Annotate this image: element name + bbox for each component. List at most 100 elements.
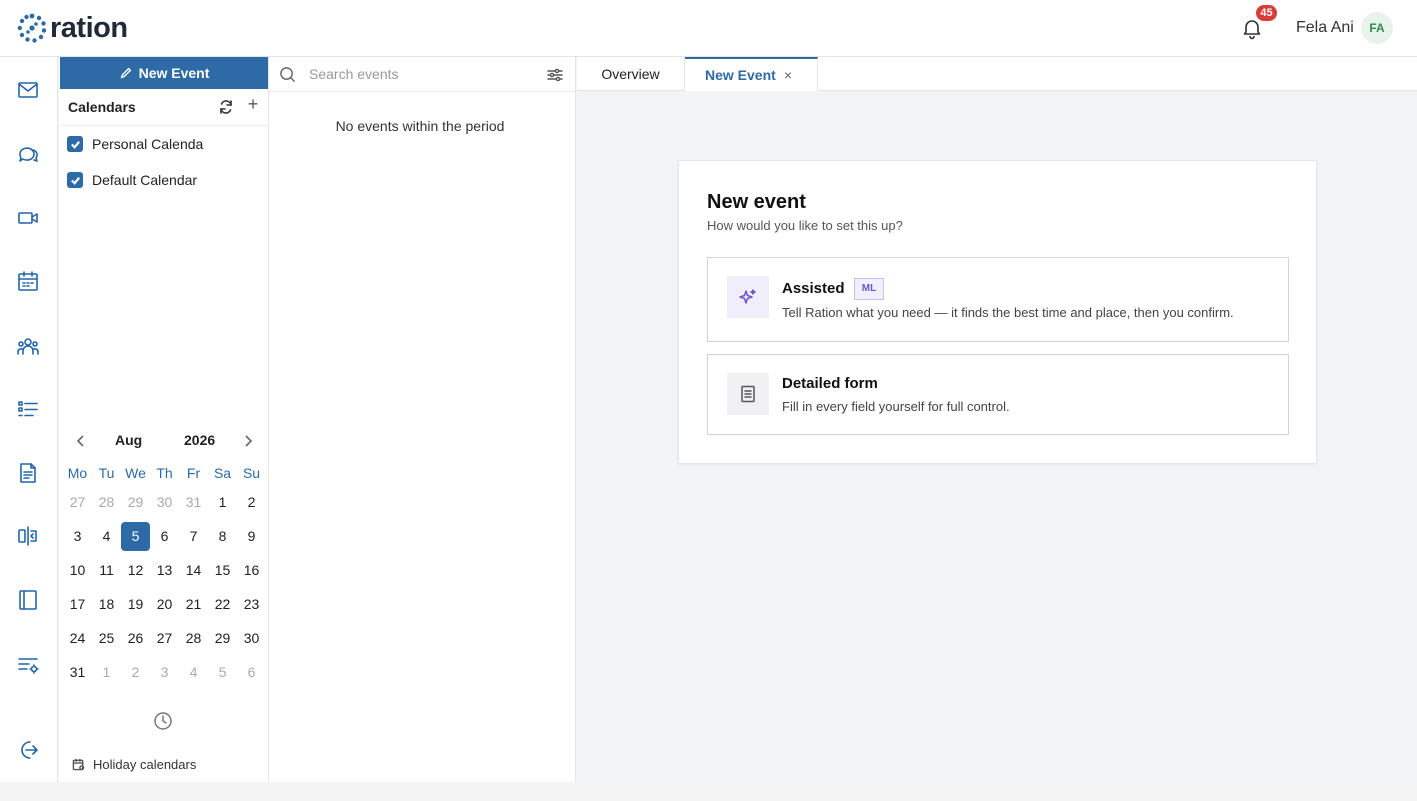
user-avatar[interactable]: FA bbox=[1361, 12, 1393, 44]
notebook-icon[interactable] bbox=[16, 588, 40, 612]
mini-calendar-year[interactable]: 2026 bbox=[184, 432, 215, 448]
search-input[interactable] bbox=[309, 63, 529, 85]
calendar-item-default[interactable]: Default Calendar bbox=[67, 170, 197, 190]
calendar-day-number: 18 bbox=[98, 596, 115, 612]
calendar-day-number: 13 bbox=[156, 562, 173, 578]
tab-overview[interactable]: Overview bbox=[577, 57, 685, 91]
calendar-day[interactable]: 10 bbox=[63, 553, 92, 587]
calendar-day[interactable]: 5 bbox=[208, 655, 237, 689]
calendar-day[interactable]: 6 bbox=[150, 519, 179, 553]
calendar-checkbox[interactable] bbox=[67, 172, 83, 188]
calendar-day[interactable]: 25 bbox=[92, 621, 121, 655]
calendar-day[interactable]: 29 bbox=[208, 621, 237, 655]
calendar-day[interactable]: 6 bbox=[237, 655, 266, 689]
calendar-day[interactable]: 30 bbox=[237, 621, 266, 655]
holiday-calendars-link[interactable]: Holiday calendars bbox=[72, 757, 196, 772]
calendar-day[interactable]: 7 bbox=[179, 519, 208, 553]
calendar-day[interactable]: 18 bbox=[92, 587, 121, 621]
filter-settings-icon[interactable] bbox=[547, 67, 563, 83]
calendar-day[interactable]: 30 bbox=[150, 485, 179, 519]
assisted-option[interactable]: Assisted ML Tell Ration what you need — … bbox=[707, 257, 1289, 342]
tab-new-event[interactable]: New Event × bbox=[685, 57, 818, 91]
calendar-day[interactable]: 27 bbox=[150, 621, 179, 655]
video-icon[interactable] bbox=[16, 206, 40, 230]
calendar-item-personal[interactable]: Personal Calenda bbox=[67, 134, 203, 154]
calendar-day-number: 30 bbox=[243, 630, 260, 646]
calendar-panel: New Event Calendars + Personal Calenda D… bbox=[59, 57, 269, 782]
calendar-day[interactable]: 20 bbox=[150, 587, 179, 621]
user-name[interactable]: Fela Ani bbox=[1296, 19, 1354, 37]
calendar-day[interactable]: 14 bbox=[179, 553, 208, 587]
calendar-day[interactable]: 2 bbox=[121, 655, 150, 689]
empty-events-message: No events within the period bbox=[335, 118, 505, 134]
close-tab-icon[interactable]: × bbox=[784, 67, 792, 83]
calendar-day-number: 5 bbox=[121, 521, 150, 551]
calendar-day-number: 27 bbox=[156, 630, 173, 646]
calendar-day-number: 4 bbox=[102, 528, 111, 544]
weekday-header: We bbox=[125, 465, 146, 481]
detailed-form-option[interactable]: Detailed form Fill in every field yourse… bbox=[707, 354, 1289, 435]
calendar-icon[interactable] bbox=[16, 269, 40, 293]
search-bar bbox=[269, 57, 576, 92]
calendar-day[interactable]: 9 bbox=[237, 519, 266, 553]
calendar-day[interactable]: 17 bbox=[63, 587, 92, 621]
calendar-day[interactable]: 4 bbox=[179, 655, 208, 689]
document-icon[interactable] bbox=[16, 461, 40, 485]
sync-icon[interactable] bbox=[218, 99, 234, 115]
calendar-day-number: 2 bbox=[131, 664, 140, 680]
calendar-day[interactable]: 13 bbox=[150, 553, 179, 587]
calendar-day-number: 20 bbox=[156, 596, 173, 612]
clock-icon[interactable] bbox=[153, 711, 173, 731]
calendar-day[interactable]: 24 bbox=[63, 621, 92, 655]
compare-icon[interactable] bbox=[16, 524, 40, 548]
calendar-day[interactable]: 1 bbox=[208, 485, 237, 519]
logout-icon[interactable] bbox=[16, 738, 40, 762]
settings-list-icon[interactable] bbox=[16, 653, 40, 677]
calendar-day-number: 24 bbox=[69, 630, 86, 646]
calendar-day[interactable]: 1 bbox=[92, 655, 121, 689]
app-logo[interactable]: ration bbox=[16, 11, 128, 45]
mini-calendar-month[interactable]: Aug bbox=[115, 432, 142, 448]
add-calendar-icon[interactable]: + bbox=[245, 94, 261, 114]
calendar-day[interactable]: 22 bbox=[208, 587, 237, 621]
notifications-count-badge: 45 bbox=[1256, 5, 1277, 21]
calendar-day-number: 3 bbox=[160, 664, 169, 680]
ml-badge: ML bbox=[854, 278, 884, 300]
previous-month-icon[interactable] bbox=[73, 433, 89, 449]
people-icon[interactable] bbox=[16, 334, 40, 358]
new-event-button[interactable]: New Event bbox=[60, 57, 268, 89]
calendar-day[interactable]: 31 bbox=[179, 485, 208, 519]
calendar-day[interactable]: 4 bbox=[92, 519, 121, 553]
chat-icon[interactable] bbox=[16, 142, 40, 166]
calendar-day-number: 6 bbox=[160, 528, 169, 544]
calendar-day[interactable]: 8 bbox=[208, 519, 237, 553]
weekday-header: Th bbox=[156, 465, 173, 481]
calendar-day[interactable]: 31 bbox=[63, 655, 92, 689]
tasks-icon[interactable] bbox=[16, 397, 40, 421]
calendar-day[interactable]: 3 bbox=[63, 519, 92, 553]
calendar-day[interactable]: 11 bbox=[92, 553, 121, 587]
main-area: Overview New Event × New event How would… bbox=[577, 57, 1417, 782]
calendar-day[interactable]: 26 bbox=[121, 621, 150, 655]
calendar-day[interactable]: 3 bbox=[150, 655, 179, 689]
calendar-day[interactable]: 21 bbox=[179, 587, 208, 621]
next-month-icon[interactable] bbox=[240, 433, 256, 449]
calendar-day[interactable]: 19 bbox=[121, 587, 150, 621]
calendar-day[interactable]: 29 bbox=[121, 485, 150, 519]
calendar-day[interactable]: 27 bbox=[63, 485, 92, 519]
weekday-header: Sa bbox=[213, 465, 232, 481]
calendar-day[interactable]: 12 bbox=[121, 553, 150, 587]
calendar-day[interactable]: 16 bbox=[237, 553, 266, 587]
calendar-day-number: 22 bbox=[214, 596, 231, 612]
calendar-day-selected[interactable]: 5 bbox=[121, 519, 150, 553]
calendar-day[interactable]: 28 bbox=[92, 485, 121, 519]
calendar-day-number: 7 bbox=[189, 528, 198, 544]
calendar-checkbox[interactable] bbox=[67, 136, 83, 152]
calendar-day[interactable]: 2 bbox=[237, 485, 266, 519]
calendar-day[interactable]: 23 bbox=[237, 587, 266, 621]
calendar-day[interactable]: 28 bbox=[179, 621, 208, 655]
new-event-button-label: New Event bbox=[138, 65, 210, 81]
calendar-day[interactable]: 15 bbox=[208, 553, 237, 587]
mail-icon[interactable] bbox=[16, 78, 40, 102]
card-title: New event bbox=[707, 191, 806, 213]
